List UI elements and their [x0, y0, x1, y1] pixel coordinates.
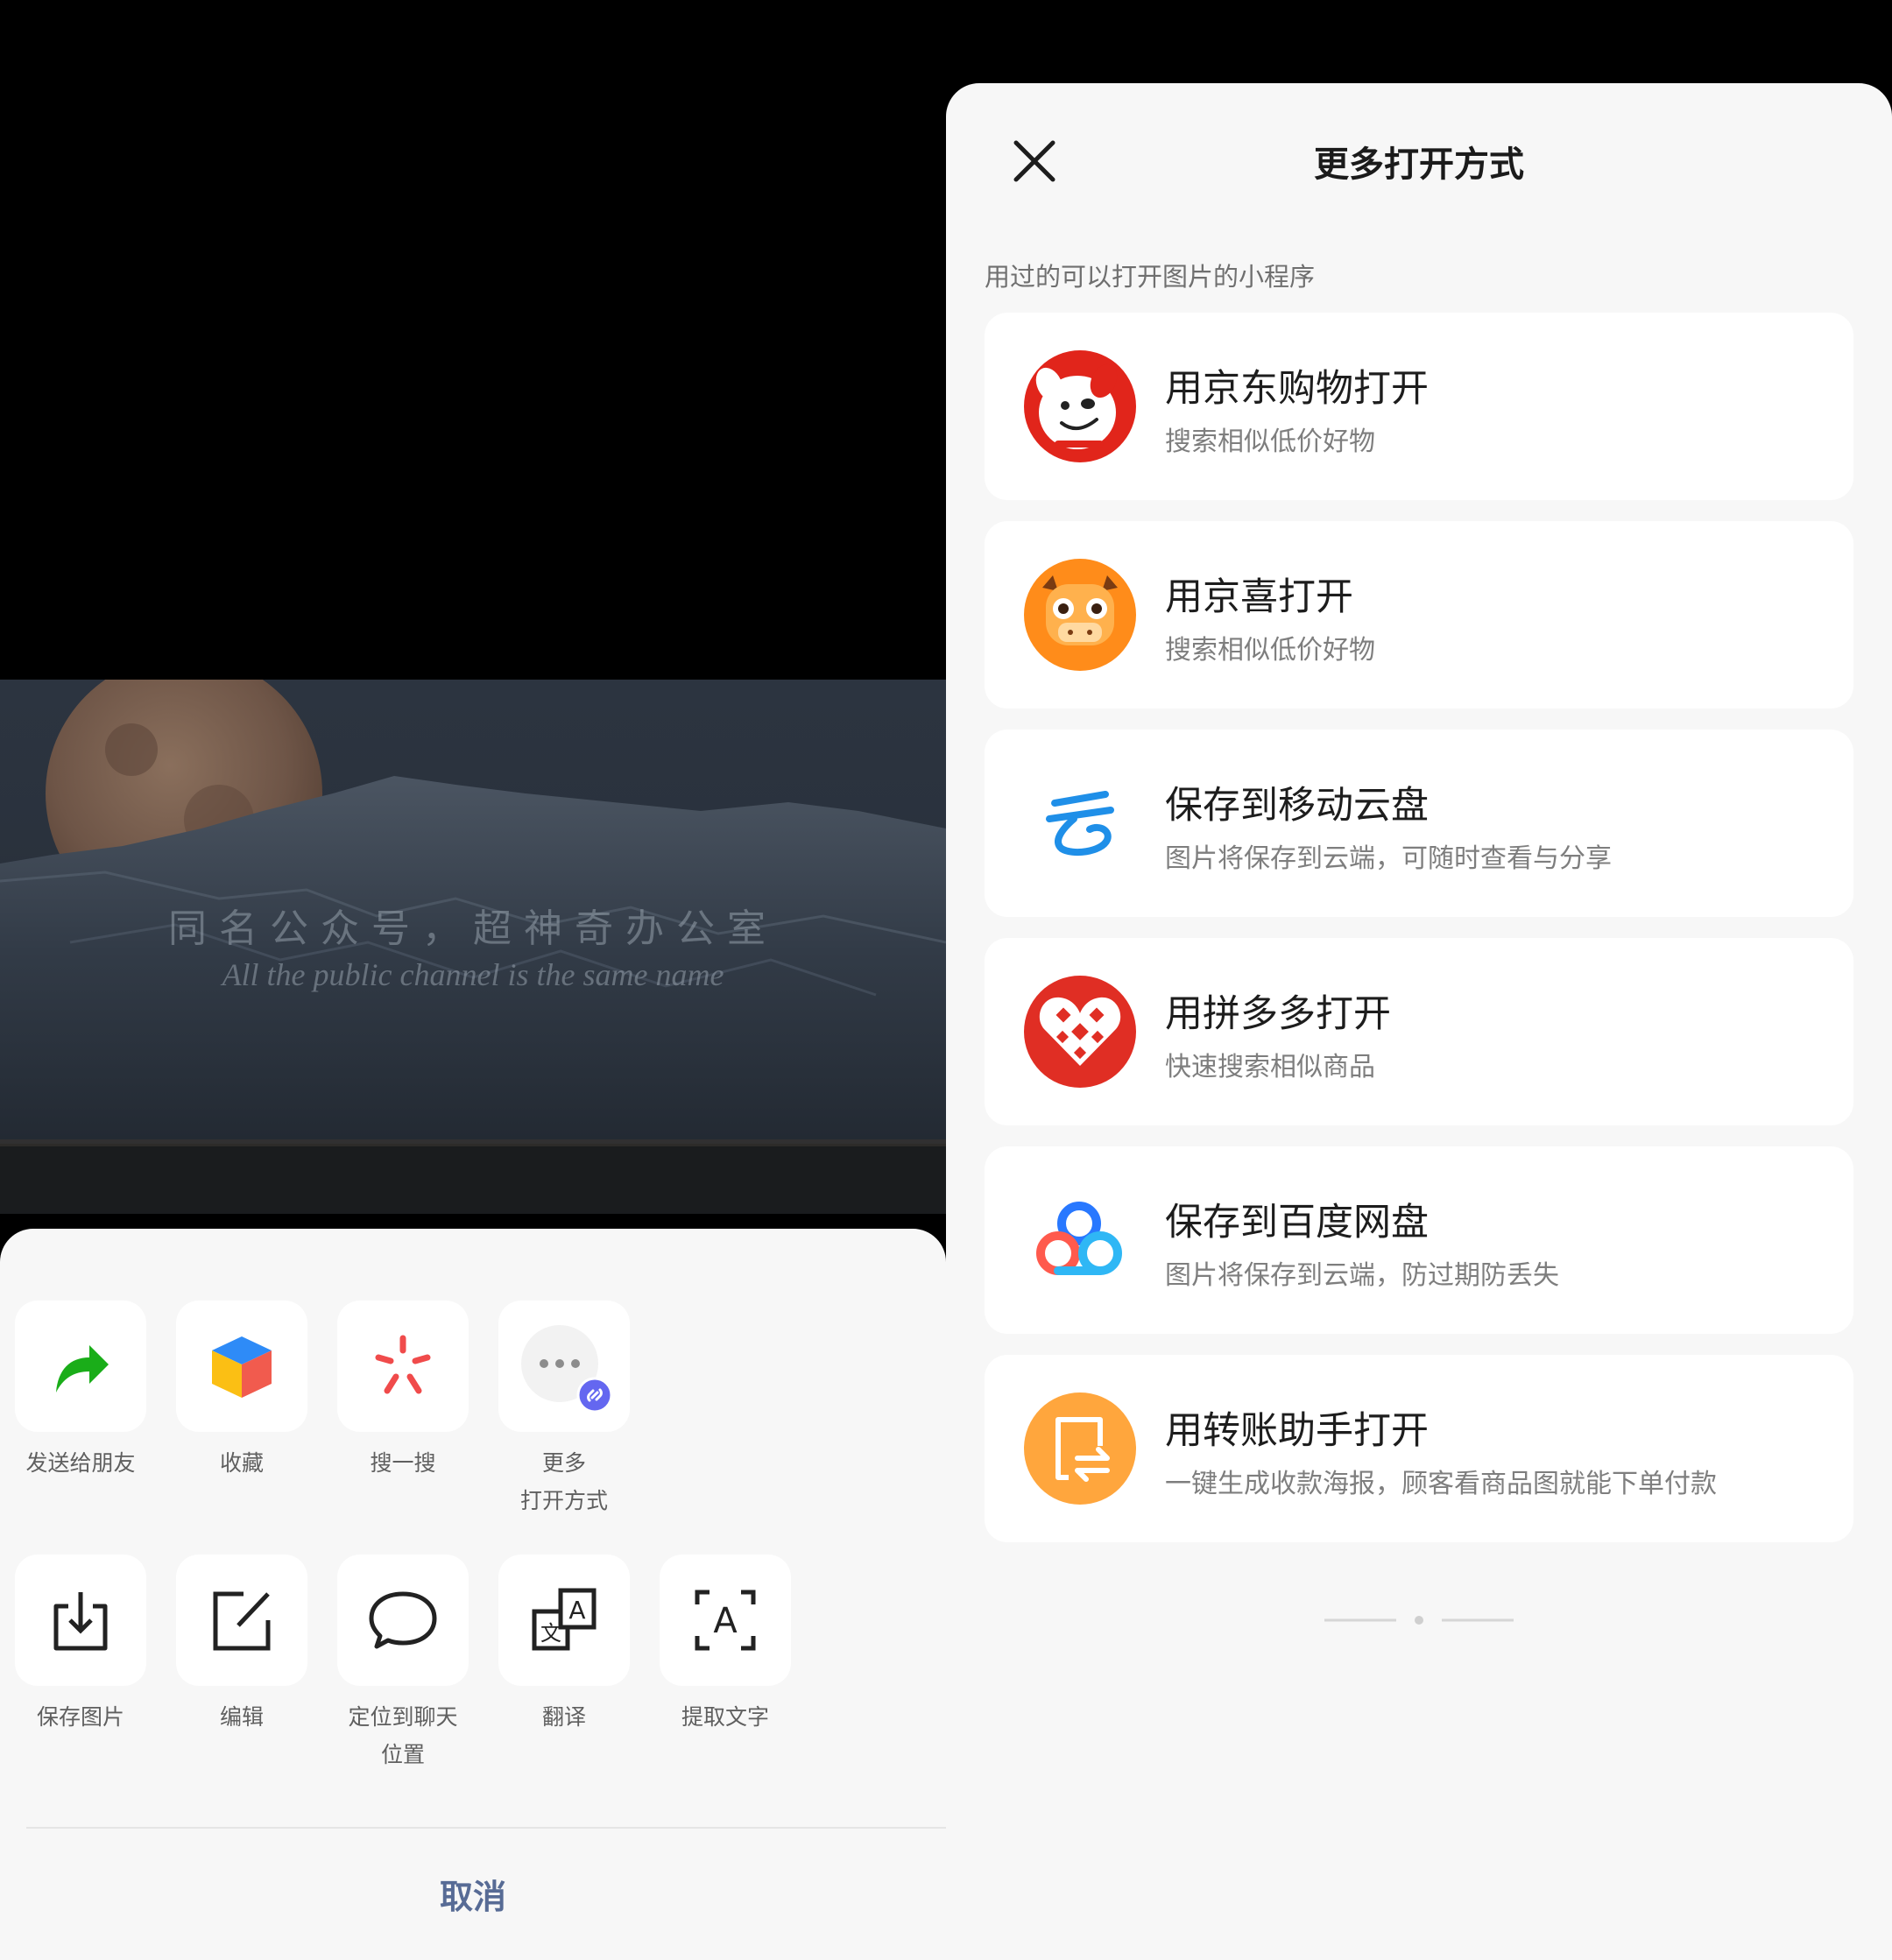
edit-icon: [213, 1591, 271, 1651]
search-label: 搜一搜: [370, 1450, 436, 1476]
locate-label-line1: 定位到聊天: [348, 1704, 458, 1730]
item-title: 用拼多多打开: [1165, 992, 1391, 1036]
list-item-jd[interactable]: 用京东购物打开 搜索相似低价好物: [985, 313, 1853, 500]
list-item-jingxi[interactable]: 用京喜打开 搜索相似低价好物: [985, 521, 1853, 709]
list-item-transfer-assistant[interactable]: 用转账助手打开 一键生成收款海报，顾客看商品图就能下单付款: [985, 1355, 1853, 1542]
mobile-cloud-icon: [1024, 767, 1136, 879]
more-open-options-button[interactable]: [498, 1301, 630, 1432]
more-label-line1: 更多: [541, 1450, 586, 1476]
sheet-divider: [26, 1827, 946, 1829]
jingxi-cow-icon: [1024, 559, 1136, 671]
svg-text:A: A: [568, 1596, 585, 1625]
locate-in-chat-button[interactable]: [337, 1555, 469, 1686]
search-spark-icon: [375, 1335, 431, 1394]
cancel-button[interactable]: 取消: [0, 1870, 946, 1918]
list-item-pinduoduo[interactable]: 用拼多多打开 快速搜索相似商品: [985, 938, 1853, 1125]
favorite-button[interactable]: [176, 1301, 307, 1432]
more-open-options-sheet: 更多打开方式 用过的可以打开图片的小程序 用京东购物打开 搜索相似低价好物 用京…: [946, 83, 1892, 1960]
send-to-friend-label: 发送给朋友: [25, 1450, 136, 1476]
item-subtitle: 搜索相似低价好物: [1165, 635, 1375, 666]
item-subtitle: 快速搜索相似商品: [1165, 1052, 1375, 1082]
extract-text-label: 提取文字: [681, 1704, 769, 1730]
jd-dog-icon: [1024, 350, 1136, 462]
action-sheet: 发送给朋友 收藏 搜一搜 更多 打开方式 保存图片 编辑 定位到聊天 位置 A …: [0, 1229, 946, 1960]
list-item-baidu-netdisk[interactable]: 保存到百度网盘 图片将保存到云端，防过期防丢失: [985, 1146, 1853, 1334]
section-header: 用过的可以打开图片的小程序: [985, 262, 1316, 292]
more-open-options-label: 更多 打开方式: [484, 1444, 645, 1519]
text-extract-icon: A: [695, 1590, 756, 1651]
item-title: 保存到移动云盘: [1165, 784, 1429, 828]
locate-label-line2: 位置: [380, 1742, 425, 1767]
item-title: 保存到百度网盘: [1165, 1201, 1429, 1244]
cube-icon: [212, 1336, 272, 1398]
photo-moon-mountain[interactable]: 同名公众号，超神奇办公室 All the public channel is t…: [0, 680, 946, 1214]
item-title: 用京东购物打开: [1165, 367, 1429, 411]
item-subtitle: 图片将保存到云端，可随时查看与分享: [1165, 843, 1612, 874]
edit-label: 编辑: [219, 1704, 264, 1730]
more-label-line2: 打开方式: [519, 1488, 608, 1513]
save-image-button[interactable]: [15, 1555, 146, 1686]
svg-text:文: 文: [540, 1621, 561, 1646]
send-to-friend-button[interactable]: [15, 1301, 146, 1432]
save-image-label: 保存图片: [36, 1704, 124, 1730]
baidu-netdisk-icon: [1024, 1184, 1136, 1296]
pinduoduo-icon: [1024, 976, 1136, 1088]
locate-in-chat-label: 定位到聊天 位置: [322, 1698, 484, 1773]
item-title: 用京喜打开: [1165, 575, 1353, 619]
transfer-assistant-icon: [1024, 1392, 1136, 1505]
translate-label: 翻译: [541, 1704, 586, 1730]
item-subtitle: 图片将保存到云端，防过期防丢失: [1165, 1260, 1559, 1291]
watermark-chinese: 同名公众号，超神奇办公室: [168, 906, 778, 951]
edit-button[interactable]: [176, 1555, 307, 1686]
more-dots-icon: [521, 1325, 612, 1414]
scroll-indicator: [1324, 1616, 1514, 1625]
download-icon: [53, 1592, 108, 1651]
list-item-mobile-cloud[interactable]: 保存到移动云盘 图片将保存到云端，可随时查看与分享: [985, 730, 1853, 917]
item-title: 用转账助手打开: [1165, 1409, 1429, 1453]
svg-text:A: A: [713, 1601, 738, 1641]
item-subtitle: 搜索相似低价好物: [1165, 427, 1375, 457]
share-arrow-icon: [56, 1345, 109, 1392]
translate-icon: A 文: [532, 1588, 597, 1651]
sheet-title: 更多打开方式: [1314, 145, 1524, 185]
favorite-label: 收藏: [219, 1450, 264, 1476]
extract-text-button[interactable]: A: [660, 1555, 791, 1686]
search-button[interactable]: [337, 1301, 469, 1432]
item-subtitle: 一键生成收款海报，顾客看商品图就能下单付款: [1165, 1469, 1717, 1499]
chat-bubble-icon: [369, 1591, 437, 1649]
image-viewer: 同名公众号，超神奇办公室 All the public channel is t…: [0, 0, 946, 1960]
translate-button[interactable]: A 文: [498, 1555, 630, 1686]
watermark-english: All the public channel is the same name: [222, 957, 724, 992]
